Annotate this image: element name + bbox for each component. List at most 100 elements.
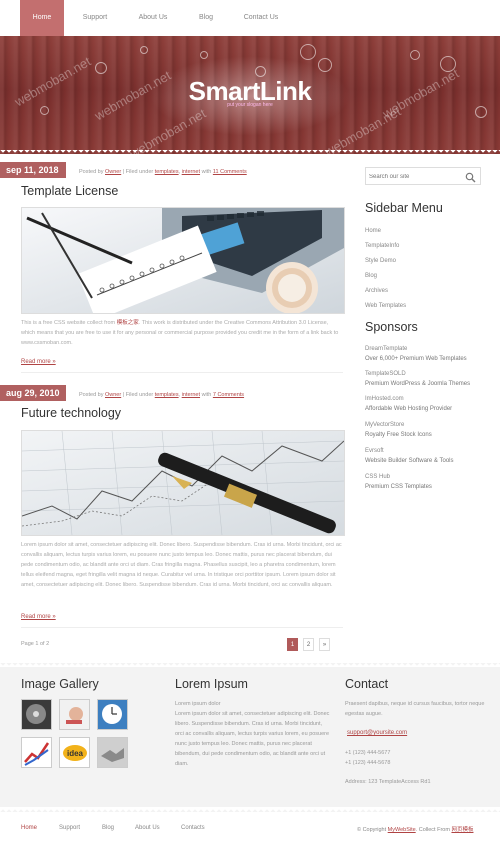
comments-link[interactable]: 7 Comments: [213, 392, 244, 398]
sponsor-link[interactable]: DreamTemplate: [365, 346, 407, 352]
post-title[interactable]: Future technology: [21, 406, 121, 420]
copyright-collect-link[interactable]: 网页模板: [451, 827, 473, 833]
gallery-thumb-idea[interactable]: idea: [59, 737, 90, 768]
meta-label: | Filed under: [122, 392, 154, 398]
sidebar-item-home[interactable]: Home: [365, 228, 381, 234]
meta-label: Posted by: [79, 392, 104, 398]
author-link[interactable]: Owner: [105, 392, 121, 398]
bubble-decoration: [410, 50, 420, 60]
category-link[interactable]: internet: [182, 169, 200, 175]
post-excerpt: Lorem ipsum dolor sit amet, consectetuer…: [21, 542, 342, 588]
author-link[interactable]: Owner: [105, 169, 121, 175]
sponsor-link[interactable]: TemplateSOLD: [365, 371, 406, 377]
sponsors-title: Sponsors: [365, 320, 418, 334]
category-link[interactable]: internet: [182, 392, 200, 398]
post-image-laptop: [21, 207, 345, 314]
next-page-button[interactable]: »: [319, 638, 330, 651]
copyright-text: © Copyright: [357, 827, 387, 833]
lorem-lead: Lorem ipsum dolor: [175, 701, 221, 707]
comments-link[interactable]: 11 Comments: [213, 169, 247, 175]
chart-and-pen-photo-illustration: [22, 431, 344, 535]
sidebar-item-templateinfo[interactable]: TemplateInfo: [365, 243, 399, 249]
meta-label: | Filed under: [122, 169, 154, 175]
contact-title: Contact: [345, 677, 389, 691]
sidebar-item-style-demo[interactable]: Style Demo: [365, 258, 396, 264]
gallery-thumb-chart[interactable]: [21, 737, 52, 768]
category-link[interactable]: templates: [155, 169, 179, 175]
post-image-chart-pen: [21, 430, 345, 536]
contact-email-link[interactable]: support@yoursite.com: [347, 730, 407, 736]
copyright: © Copyright MyWebSite. Collect From 网页模板: [357, 825, 473, 833]
meta-label: with: [201, 392, 212, 398]
bubble-decoration: [318, 58, 332, 72]
lorem-text: Lorem ipsum dolor sit amet, consectetuer…: [175, 711, 330, 767]
bottom-edge: [0, 806, 500, 812]
sponsor-description: Website Builder Software & Tools: [365, 458, 454, 464]
bottom-nav-about-us[interactable]: About Us: [135, 825, 160, 831]
gallery-title: Image Gallery: [21, 677, 99, 691]
sidebar-item-blog[interactable]: Blog: [365, 273, 377, 279]
sponsor-description: Royalty Free Stock Icons: [365, 432, 432, 438]
contact-address: Address: 123 TemplateAccess Rd1: [345, 779, 431, 785]
sponsor-description: Affordable Web Hosting Provider: [365, 406, 453, 412]
post-meta: Posted by Owner | Filed under templates,…: [79, 392, 244, 398]
pagination-info: Page 1 of 2: [21, 641, 50, 647]
header-edge: [0, 150, 500, 156]
sponsor-description: Over 6,000+ Premium Web Templates: [365, 356, 467, 362]
top-navigation: Home Support About Us Blog Contact Us: [0, 0, 500, 36]
post-divider: [21, 627, 343, 628]
copyright-text: . Collect From: [415, 827, 450, 833]
nav-home[interactable]: Home: [20, 0, 64, 36]
bottom-nav-home[interactable]: Home: [21, 825, 37, 831]
laptop-photo-illustration: [22, 208, 344, 313]
post-divider: [21, 372, 343, 373]
sponsor-link[interactable]: ImHosted.com: [365, 396, 404, 402]
lorem-title: Lorem Ipsum: [175, 677, 248, 691]
contact-phone: +1 (123) 444-5677: [345, 750, 391, 756]
search-icon[interactable]: [465, 170, 476, 188]
gallery-thumb-disc[interactable]: [21, 699, 52, 730]
sidebar-menu-title: Sidebar Menu: [365, 201, 443, 215]
bubble-decoration: [140, 46, 148, 54]
copyright-site-link[interactable]: MyWebSite: [388, 827, 416, 833]
nav-contact-us[interactable]: Contact Us: [236, 0, 286, 36]
bottom-nav-support[interactable]: Support: [59, 825, 80, 831]
read-more-link[interactable]: Read more »: [21, 614, 56, 620]
sponsor-link[interactable]: Evrsoft: [365, 448, 384, 454]
post-excerpt: This is a free CSS website collect from …: [21, 318, 343, 348]
sponsor-description: Premium CSS Templates: [365, 484, 432, 490]
site-slogan: put your slogan here: [227, 102, 273, 108]
contact-phone: +1 (123) 444-5678: [345, 760, 391, 766]
page-1-button[interactable]: 1: [287, 638, 298, 651]
sponsor-link[interactable]: CSS Hub: [365, 474, 390, 480]
meta-label: Posted by: [79, 169, 104, 175]
bubble-decoration: [300, 44, 316, 60]
gallery-thumb-clock[interactable]: [97, 699, 128, 730]
bubble-decoration: [200, 51, 208, 59]
meta-label: with: [201, 169, 212, 175]
post-date-badge: aug 29, 2010: [0, 385, 66, 401]
contact-text: Praesent dapibus, neque id cursus faucib…: [345, 701, 485, 717]
search-box: [365, 167, 481, 185]
sidebar-item-web-templates[interactable]: Web Templates: [365, 303, 406, 309]
search-input[interactable]: [369, 171, 459, 182]
nav-support[interactable]: Support: [70, 0, 120, 36]
post-meta: Posted by Owner | Filed under templates,…: [79, 169, 247, 175]
excerpt-text: This is a free CSS website collect from: [21, 320, 116, 326]
gallery-thumb-handshake[interactable]: [97, 737, 128, 768]
header-banner: webmoban.net webmoban.net webmoban.net w…: [0, 36, 500, 154]
excerpt-link[interactable]: 模板之家: [117, 320, 139, 326]
bubble-decoration: [95, 62, 107, 74]
post-title[interactable]: Template License: [21, 184, 118, 198]
sponsor-description: Premium WordPress & Joomla Themes: [365, 381, 471, 387]
nav-blog[interactable]: Blog: [186, 0, 226, 36]
page-2-button[interactable]: 2: [303, 638, 314, 651]
bottom-nav-contacts[interactable]: Contacts: [181, 825, 205, 831]
sponsor-link[interactable]: MyVectorStore: [365, 422, 404, 428]
bottom-nav-blog[interactable]: Blog: [102, 825, 114, 831]
gallery-thumb-hand[interactable]: [59, 699, 90, 730]
read-more-link[interactable]: Read more »: [21, 359, 56, 365]
sidebar-item-archives[interactable]: Archives: [365, 288, 388, 294]
category-link[interactable]: templates: [155, 392, 179, 398]
nav-about-us[interactable]: About Us: [128, 0, 178, 36]
